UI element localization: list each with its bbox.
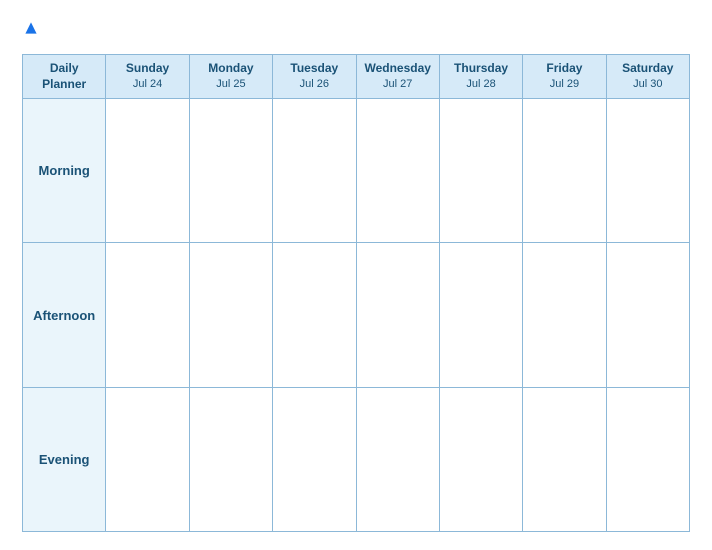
- time-label-morning: Morning: [23, 99, 106, 243]
- page: DailyPlanner SundayJul 24MondayJul 25Tue…: [0, 0, 712, 550]
- cell-morning-4: [439, 99, 522, 243]
- col-header-day-6: SaturdayJul 30: [606, 54, 689, 99]
- time-label-evening: Evening: [23, 387, 106, 531]
- logo-icon: [24, 21, 38, 35]
- row-evening: Evening: [23, 387, 690, 531]
- cell-evening-4: [439, 387, 522, 531]
- logo-area: [22, 18, 38, 36]
- cell-morning-2: [273, 99, 356, 243]
- row-morning: Morning: [23, 99, 690, 243]
- cell-afternoon-5: [523, 243, 606, 387]
- cell-afternoon-1: [189, 243, 272, 387]
- cell-afternoon-3: [356, 243, 439, 387]
- cell-afternoon-2: [273, 243, 356, 387]
- logo-blue: [22, 19, 38, 34]
- cell-morning-5: [523, 99, 606, 243]
- cell-evening-3: [356, 387, 439, 531]
- cell-afternoon-0: [106, 243, 189, 387]
- col-header-day-1: MondayJul 25: [189, 54, 272, 99]
- col-header-day-4: ThursdayJul 28: [439, 54, 522, 99]
- col-header-day-3: WednesdayJul 27: [356, 54, 439, 99]
- cell-morning-6: [606, 99, 689, 243]
- cell-evening-0: [106, 387, 189, 531]
- header: [22, 18, 690, 40]
- col-header-day-2: TuesdayJul 26: [273, 54, 356, 99]
- cell-evening-2: [273, 387, 356, 531]
- header-row: DailyPlanner SundayJul 24MondayJul 25Tue…: [23, 54, 690, 99]
- cell-afternoon-6: [606, 243, 689, 387]
- cell-afternoon-4: [439, 243, 522, 387]
- col-header-label: DailyPlanner: [23, 54, 106, 99]
- col-header-day-0: SundayJul 24: [106, 54, 189, 99]
- row-afternoon: Afternoon: [23, 243, 690, 387]
- cell-morning-3: [356, 99, 439, 243]
- time-label-afternoon: Afternoon: [23, 243, 106, 387]
- cell-evening-1: [189, 387, 272, 531]
- col-header-label-text: DailyPlanner: [42, 61, 86, 92]
- cell-morning-0: [106, 99, 189, 243]
- col-header-day-5: FridayJul 29: [523, 54, 606, 99]
- cell-evening-6: [606, 387, 689, 531]
- cell-morning-1: [189, 99, 272, 243]
- cell-evening-5: [523, 387, 606, 531]
- logo: [22, 18, 38, 36]
- calendar-table: DailyPlanner SundayJul 24MondayJul 25Tue…: [22, 54, 690, 532]
